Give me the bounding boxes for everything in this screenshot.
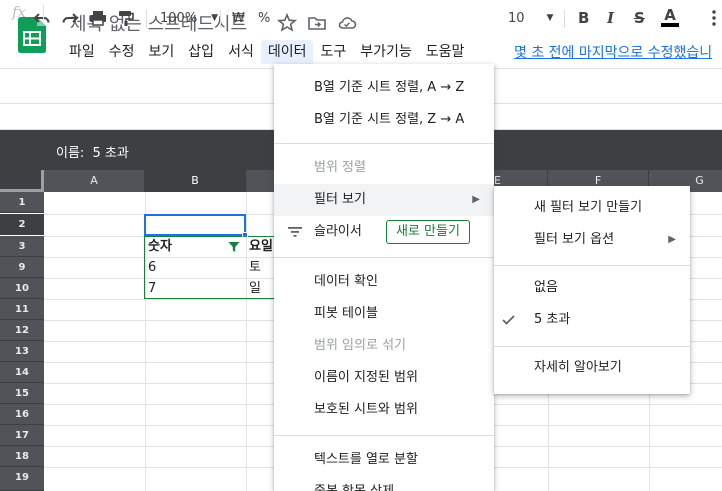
slicer-new-button[interactable]: 새로 만들기 xyxy=(386,220,470,244)
slicer-icon xyxy=(288,227,302,237)
filtered-range-border xyxy=(144,236,274,299)
menu-item-data-validation[interactable]: 데이터 확인 xyxy=(274,266,494,298)
text-color-button[interactable]: A xyxy=(661,7,679,31)
menu-item-randomize-range: 범위 임의로 섞기 xyxy=(314,338,406,353)
submenu-item-filter-view-options[interactable]: 필터 보기 옵션 ▶ xyxy=(494,224,690,256)
strikethrough-button[interactable]: S xyxy=(634,8,645,28)
zoom-value: 100% xyxy=(160,10,198,26)
menu-help[interactable]: 도움말 xyxy=(419,40,472,64)
italic-button[interactable]: I xyxy=(607,8,614,28)
row-header-19[interactable]: 19 xyxy=(0,467,44,491)
text-color-icon: A xyxy=(664,6,676,24)
data-menu: B열 기준 시트 정렬, A → Z B열 기준 시트 정렬, Z → A 범위… xyxy=(274,64,494,491)
menu-item-sort-za[interactable]: B열 기준 시트 정렬, Z → A xyxy=(274,104,494,136)
menu-item-slicer[interactable]: 슬라이서 새로 만들기 xyxy=(274,216,494,248)
percent-format-button[interactable]: % xyxy=(258,8,270,28)
submenu-item-create-filter-view[interactable]: 새 필터 보기 만들기 xyxy=(494,192,690,224)
submenu-item-none[interactable]: 없음 xyxy=(494,272,690,304)
paint-format-icon[interactable] xyxy=(116,8,136,28)
column-header-a[interactable]: A xyxy=(44,170,145,192)
fill-handle[interactable] xyxy=(242,232,248,238)
submenu-arrow-icon: ▶ xyxy=(668,234,676,245)
currency-format-button[interactable]: ₩ xyxy=(232,8,245,28)
last-edit-link[interactable]: 몇 초 전에 마지막으로 수정했습니 xyxy=(514,42,712,62)
print-icon[interactable] xyxy=(88,8,108,28)
menu-item-split-text[interactable]: 텍스트를 열로 분할 xyxy=(274,444,494,476)
row-header-16[interactable]: 16 xyxy=(0,404,44,425)
font-size-value: 10 xyxy=(508,10,525,26)
cloud-status-icon[interactable] xyxy=(337,13,357,33)
row-header-12[interactable]: 12 xyxy=(0,320,44,341)
row-header-3[interactable]: 3 xyxy=(0,236,44,257)
star-icon[interactable] xyxy=(277,13,297,33)
more-icon[interactable] xyxy=(706,8,722,28)
menu-file[interactable]: 파일 xyxy=(62,40,102,64)
select-all-corner[interactable] xyxy=(0,170,44,192)
menu-data[interactable]: 데이터 xyxy=(260,40,314,64)
filter-views-submenu: 새 필터 보기 만들기 필터 보기 옵션 ▶ 없음 5 초과 자세히 알아보기 xyxy=(494,186,690,394)
row-header-2[interactable]: 2 xyxy=(0,214,44,235)
menu-bar: 파일 수정 보기 삽입 서식 데이터 도구 부가기능 도움말 xyxy=(62,40,471,64)
filter-view-name[interactable]: 이름: 5 초과 xyxy=(56,142,129,161)
menu-item-named-ranges[interactable]: 이름이 지정된 범위 xyxy=(274,362,494,394)
fx-icon: fx xyxy=(12,3,27,21)
menu-view[interactable]: 보기 xyxy=(142,40,182,64)
row-header-17[interactable]: 17 xyxy=(0,425,44,446)
menu-format[interactable]: 서식 xyxy=(221,40,261,64)
font-size-select[interactable]: 10 ▼ xyxy=(508,8,553,28)
menu-item-pivot-table[interactable]: 피봇 테이블 xyxy=(274,298,494,330)
menu-item-filter-views[interactable]: 필터 보기 ▶ xyxy=(274,184,494,216)
undo-icon[interactable] xyxy=(32,8,52,28)
checkmark-icon xyxy=(502,315,515,325)
menu-edit[interactable]: 수정 xyxy=(102,40,142,64)
bold-button[interactable]: B xyxy=(578,8,589,28)
zoom-select[interactable]: 100% ▼ xyxy=(160,8,218,28)
row-header-1[interactable]: 1 xyxy=(0,192,44,213)
submenu-item-greater-than-5[interactable]: 5 초과 xyxy=(494,304,690,336)
menu-item-remove-duplicates[interactable]: 중복 항목 삭제 xyxy=(274,476,494,491)
submenu-item-learn-more[interactable]: 자세히 알아보기 xyxy=(494,352,690,384)
chevron-down-icon: ▼ xyxy=(211,13,219,23)
chevron-down-icon: ▼ xyxy=(546,13,554,23)
row-header-18[interactable]: 18 xyxy=(0,446,44,467)
row-header-11[interactable]: 11 xyxy=(0,299,44,320)
menu-tools[interactable]: 도구 xyxy=(313,40,353,64)
row-header-14[interactable]: 14 xyxy=(0,362,44,383)
move-folder-icon[interactable] xyxy=(307,13,327,33)
row-header-13[interactable]: 13 xyxy=(0,341,44,362)
menu-insert[interactable]: 삽입 xyxy=(181,40,221,64)
row-header-10[interactable]: 10 xyxy=(0,278,44,299)
menu-item-protected-ranges[interactable]: 보호된 시트와 범위 xyxy=(274,394,494,426)
active-cell-b2[interactable] xyxy=(144,214,246,236)
menu-item-sort-az[interactable]: B열 기준 시트 정렬, A → Z xyxy=(274,72,494,104)
menu-addons[interactable]: 부가기능 xyxy=(353,40,419,64)
column-header-b[interactable]: B xyxy=(145,170,246,192)
row-header-9[interactable]: 9 xyxy=(0,257,44,278)
redo-icon[interactable] xyxy=(60,8,80,28)
row-header-15[interactable]: 15 xyxy=(0,383,44,404)
menu-item-sort-range: 범위 정렬 xyxy=(314,160,366,175)
text-color-swatch xyxy=(661,23,679,27)
submenu-arrow-icon: ▶ xyxy=(472,194,480,205)
